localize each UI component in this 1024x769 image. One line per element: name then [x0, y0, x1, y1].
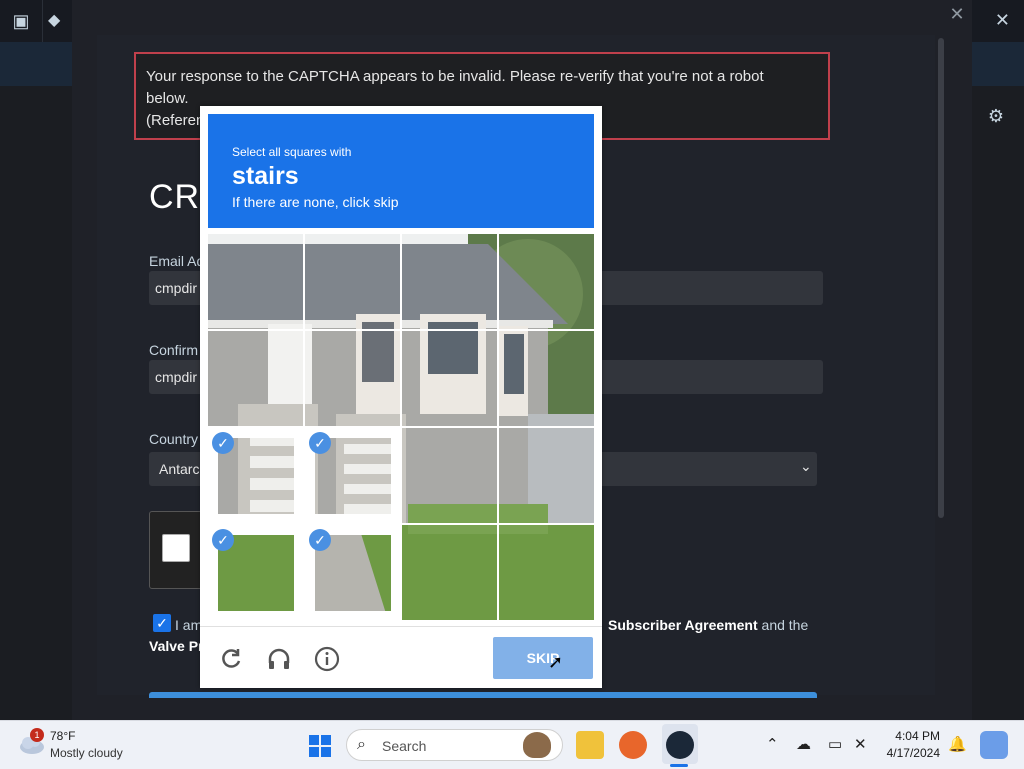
- library-tab-icon[interactable]: ▣: [0, 0, 43, 42]
- windows-start-icon[interactable]: [309, 735, 331, 757]
- chevron-up-icon[interactable]: ⌃: [766, 735, 779, 753]
- active-app-indicator: [670, 764, 688, 767]
- notification-badge: 1: [30, 728, 44, 742]
- subscriber-agreement-link[interactable]: Subscriber Agreement: [608, 617, 758, 633]
- chevron-down-icon[interactable]: ⌄: [800, 458, 812, 475]
- captcha-tile[interactable]: [402, 331, 497, 426]
- weather-temperature[interactable]: 78°F: [50, 729, 75, 743]
- continue-button[interactable]: [149, 692, 817, 698]
- left-panel: [0, 86, 72, 720]
- mouse-cursor: ➚: [548, 652, 564, 672]
- captcha-tile[interactable]: ✓: [305, 525, 400, 620]
- agree-mid-text: and the: [761, 617, 809, 633]
- captcha-tile[interactable]: [499, 525, 594, 620]
- agree-text: I am: [175, 617, 203, 633]
- captcha-tile[interactable]: ✓: [208, 428, 303, 523]
- error-line-1: Your response to the CAPTCHA appears to …: [146, 68, 764, 85]
- captcha-tile[interactable]: [305, 331, 400, 426]
- checkmark-icon: ✓: [309, 529, 331, 551]
- valve-privacy-link[interactable]: Valve Pr: [149, 638, 204, 654]
- firefox-icon[interactable]: [619, 731, 647, 759]
- display-icon[interactable]: ▭: [828, 735, 842, 753]
- skip-button[interactable]: SKIP: [493, 637, 593, 679]
- captcha-tile[interactable]: [499, 234, 594, 329]
- recaptcha-checkbox[interactable]: [162, 534, 190, 562]
- checkmark-icon: ✓: [309, 432, 331, 454]
- captcha-instruction: Select all squares with: [232, 145, 352, 159]
- steam-icon[interactable]: [666, 731, 694, 759]
- search-icon: ⌕: [357, 736, 366, 753]
- captcha-target-word: stairs: [232, 162, 299, 190]
- captcha-tile[interactable]: [499, 331, 594, 426]
- reload-icon[interactable]: [218, 646, 244, 672]
- file-explorer-icon[interactable]: [576, 731, 604, 759]
- captcha-subtext: If there are none, click skip: [232, 194, 399, 210]
- info-icon[interactable]: [314, 646, 340, 672]
- captcha-tile[interactable]: [499, 428, 594, 523]
- captcha-challenge: Select all squares with stairs If there …: [200, 106, 602, 688]
- captcha-tile[interactable]: ✓: [208, 525, 303, 620]
- clock-date[interactable]: 4/17/2024: [880, 746, 940, 760]
- captcha-tile[interactable]: [402, 428, 497, 523]
- captcha-tile[interactable]: [208, 331, 303, 426]
- weather-condition[interactable]: Mostly cloudy: [50, 746, 123, 760]
- steam-tab-icon[interactable]: ◆: [48, 10, 70, 32]
- captcha-divider: [200, 626, 602, 627]
- volume-icon[interactable]: ✕: [854, 735, 867, 753]
- agree-text-right: Subscriber Agreement and the: [608, 617, 808, 633]
- captcha-header: Select all squares with stairs If there …: [208, 114, 594, 228]
- captcha-tile[interactable]: ✓: [305, 428, 400, 523]
- dialog-close-icon[interactable]: ✕: [947, 4, 967, 24]
- country-label: Country: [149, 431, 199, 447]
- notification-bell-icon[interactable]: 🔔: [948, 735, 967, 753]
- captcha-tile[interactable]: [305, 234, 400, 329]
- right-panel: ⚙: [972, 86, 1024, 720]
- captcha-image-grid: ✓ ✓ ✓ ✓: [208, 234, 594, 620]
- captcha-tile[interactable]: [402, 234, 497, 329]
- onedrive-icon[interactable]: ☁: [796, 735, 811, 753]
- taskbar-search[interactable]: ⌕ Search: [346, 729, 563, 761]
- agree-checkbox[interactable]: ✓: [153, 614, 171, 632]
- captcha-tile[interactable]: [208, 234, 303, 329]
- clock-time[interactable]: 4:04 PM: [892, 729, 940, 743]
- app-close-icon[interactable]: ✕: [995, 10, 1010, 31]
- checkmark-icon: ✓: [212, 529, 234, 551]
- captcha-tile[interactable]: [402, 525, 497, 620]
- search-placeholder: Search: [382, 738, 427, 754]
- dialog-scrollbar[interactable]: [938, 38, 944, 518]
- valve-privacy-text: Valve Pr: [149, 638, 204, 654]
- settings-gear-icon[interactable]: ⚙: [988, 106, 1004, 127]
- checkmark-icon: ✓: [212, 432, 234, 454]
- search-highlight-icon: [523, 732, 551, 758]
- email-label: Email Ad: [149, 253, 205, 269]
- windows-taskbar: 1 78°F Mostly cloudy ⌕ Search ⌃ ☁ ▭ ✕ 4:…: [0, 720, 1024, 769]
- headphones-icon[interactable]: [266, 646, 292, 672]
- confirm-email-label: Confirm: [149, 342, 199, 358]
- copilot-icon[interactable]: [980, 731, 1008, 759]
